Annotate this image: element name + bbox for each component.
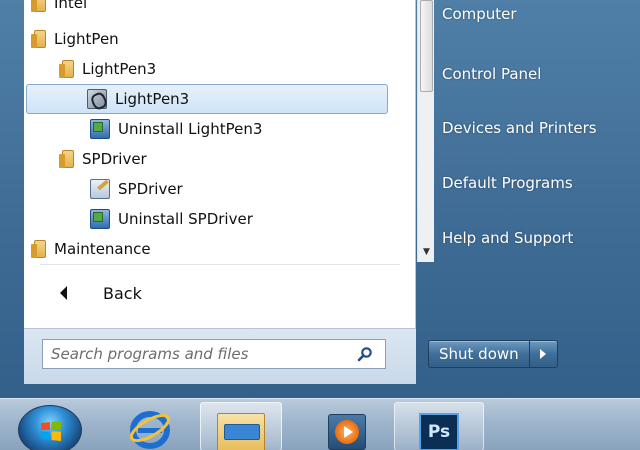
- taskbar-media-player[interactable]: [314, 402, 384, 450]
- program-item-uninstall-lightpen3[interactable]: Uninstall LightPen3: [90, 114, 262, 144]
- uninstall-icon: [90, 119, 110, 139]
- taskbar-photoshop[interactable]: Ps: [394, 402, 484, 450]
- file-explorer-icon: [217, 413, 265, 450]
- windows-logo-icon: [41, 421, 61, 441]
- shutdown-label: Shut down: [439, 345, 519, 363]
- program-label: Maintenance: [54, 240, 151, 258]
- program-folder-maintenance[interactable]: Maintenance: [30, 234, 151, 264]
- photoshop-icon: Ps: [419, 413, 459, 450]
- program-label: LightPen3: [115, 90, 190, 108]
- taskbar-internet-explorer[interactable]: [116, 402, 192, 450]
- program-label: Uninstall LightPen3: [118, 120, 263, 138]
- back-arrow-icon: [60, 286, 67, 300]
- lightpen-app-icon: [87, 89, 107, 109]
- program-item-uninstall-spdriver[interactable]: Uninstall SPDriver: [90, 204, 253, 234]
- search-area: [24, 328, 416, 384]
- folder-icon: [31, 0, 46, 12]
- shutdown-options-button[interactable]: [529, 340, 558, 368]
- shutdown-group: Shut down: [428, 340, 558, 368]
- right-item-default-programs[interactable]: Default Programs: [430, 165, 630, 201]
- program-label: Uninstall SPDriver: [118, 210, 253, 228]
- program-folder-intel[interactable]: Intel: [30, 0, 87, 18]
- folder-icon: [59, 60, 74, 78]
- right-item-label: Help and Support: [442, 229, 574, 247]
- divider: [40, 264, 400, 265]
- back-button[interactable]: Back: [24, 270, 416, 316]
- taskbar: Ps: [0, 398, 640, 450]
- start-button[interactable]: [18, 405, 82, 450]
- right-item-label: Default Programs: [442, 174, 573, 192]
- program-label: LightPen: [54, 30, 119, 48]
- program-label: SPDriver: [118, 180, 183, 198]
- right-item-label: Control Panel: [442, 65, 542, 83]
- program-folder-spdriver[interactable]: SPDriver: [58, 144, 147, 174]
- back-label: Back: [103, 283, 142, 303]
- spdriver-app-icon: [90, 179, 110, 199]
- folder-icon: [59, 150, 74, 168]
- program-item-spdriver[interactable]: SPDriver: [90, 174, 183, 204]
- shutdown-button[interactable]: Shut down: [428, 340, 530, 368]
- program-folder-lightpen[interactable]: LightPen: [30, 24, 119, 54]
- uninstall-icon: [90, 209, 110, 229]
- folder-icon: [31, 240, 46, 258]
- programs-pane: Intel LightPen LightPen3 LightPen3 Unins…: [24, 0, 434, 328]
- right-item-label: Computer: [442, 5, 517, 23]
- search-icon[interactable]: [357, 346, 373, 362]
- right-item-devices-and-printers[interactable]: Devices and Printers: [430, 110, 630, 146]
- search-input[interactable]: [51, 345, 351, 363]
- media-player-icon: [328, 414, 366, 450]
- program-item-lightpen3[interactable]: LightPen3: [26, 84, 388, 114]
- programs-list: Intel LightPen LightPen3 LightPen3 Unins…: [24, 0, 396, 262]
- program-label: SPDriver: [82, 150, 147, 168]
- start-menu: Intel LightPen LightPen3 LightPen3 Unins…: [0, 0, 640, 398]
- taskbar-file-explorer[interactable]: [200, 402, 282, 450]
- right-item-help-and-support[interactable]: Help and Support: [430, 220, 630, 256]
- program-label: Intel: [54, 0, 88, 12]
- program-label: LightPen3: [82, 60, 157, 78]
- right-item-computer[interactable]: Computer: [430, 0, 630, 32]
- right-item-label: Devices and Printers: [442, 119, 597, 137]
- internet-explorer-icon: [129, 411, 171, 449]
- program-folder-lightpen3[interactable]: LightPen3: [58, 54, 156, 84]
- right-item-control-panel[interactable]: Control Panel: [430, 56, 630, 92]
- folder-icon: [31, 30, 46, 48]
- search-box[interactable]: [42, 339, 386, 369]
